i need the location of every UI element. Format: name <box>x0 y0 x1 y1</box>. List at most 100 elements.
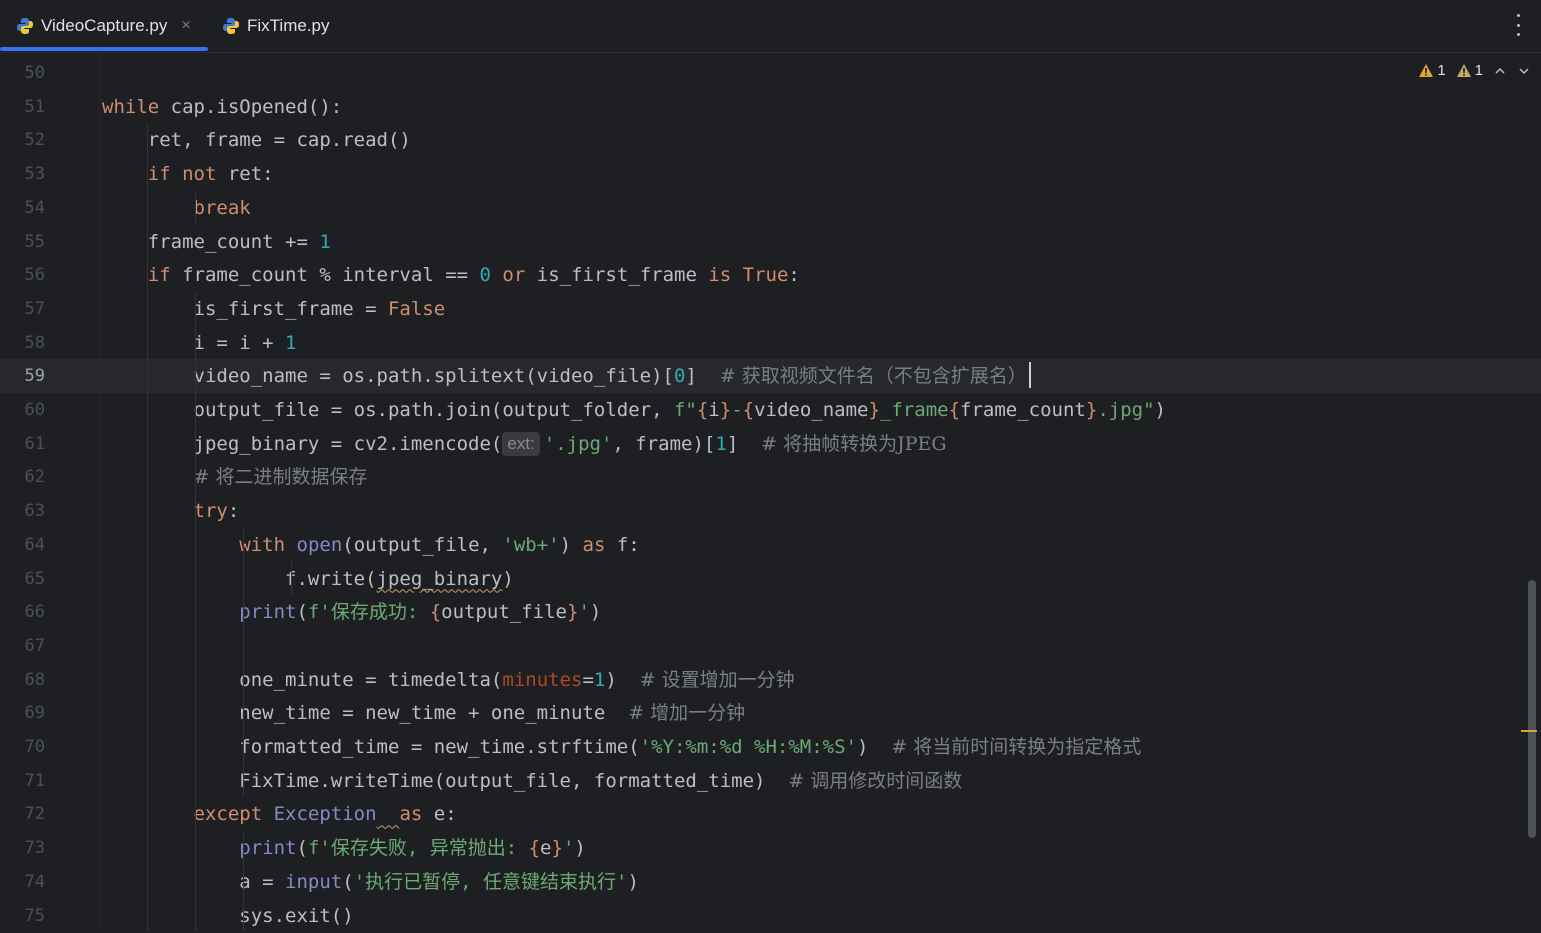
code-line[interactable]: 55 frame_count += 1 <box>0 225 1541 259</box>
line-number[interactable]: 52 <box>0 123 45 157</box>
code-line[interactable]: 58 i = i + 1 <box>0 326 1541 360</box>
code-line[interactable]: 62 # 将二进制数据保存 <box>0 460 1541 494</box>
code-text[interactable]: output_file = os.path.join(output_folder… <box>102 393 1167 427</box>
line-number[interactable]: 65 <box>0 562 45 596</box>
code-editor[interactable]: 50 51 while cap.isOpened(): 52 ret, frame =… <box>0 53 1541 933</box>
code-line[interactable]: 61 jpeg_binary = cv2.imencode(ext: '.jpg'… <box>0 427 1541 461</box>
code-line[interactable]: 63 try: <box>0 494 1541 528</box>
code-text[interactable]: frame_count += 1 <box>102 225 331 259</box>
code-line[interactable]: 73 print(f'保存失败, 异常抛出: {e}') <box>0 831 1541 865</box>
line-number[interactable]: 58 <box>0 326 45 360</box>
line-number[interactable]: 74 <box>0 865 45 899</box>
code-text[interactable]: print(f'保存失败, 异常抛出: {e}') <box>102 831 586 865</box>
code-text[interactable]: a = input('执行已暂停, 任意键结束执行') <box>102 865 639 899</box>
line-number[interactable]: 75 <box>0 899 45 933</box>
line-number[interactable]: 50 <box>0 56 45 90</box>
line-number[interactable]: 73 <box>0 831 45 865</box>
code-text[interactable]: print(f'保存成功: {output_file}') <box>102 595 601 629</box>
line-number[interactable]: 54 <box>0 191 45 225</box>
code-line[interactable]: 50 <box>0 56 1541 90</box>
code-line[interactable]: 53 if not ret: <box>0 157 1541 191</box>
code-text[interactable]: f.write(jpeg_binary) <box>102 562 514 596</box>
token-text: : <box>788 264 800 287</box>
chevron-down-icon[interactable] <box>1517 64 1531 78</box>
code-line[interactable]: 74 a = input('执行已暂停, 任意键结束执行') <box>0 865 1541 899</box>
code-text[interactable]: if frame_count % interval == 0 or is_fir… <box>102 258 800 292</box>
code-text[interactable]: new_time = new_time + one_minute # 增加一分钟 <box>102 696 745 730</box>
code-text[interactable]: i = i + 1 <box>102 326 297 360</box>
typo-highlight <box>377 803 400 825</box>
code-text[interactable]: if not ret: <box>102 157 274 191</box>
line-number[interactable]: 56 <box>0 258 45 292</box>
token-text: output_file = os.path.join(output_folder… <box>102 399 674 421</box>
chevron-up-icon[interactable] <box>1493 64 1507 78</box>
line-number[interactable]: 69 <box>0 696 45 730</box>
warning-counter[interactable]: 1 <box>1418 62 1446 79</box>
line-number[interactable]: 64 <box>0 528 45 562</box>
token-text: ) <box>1154 399 1166 421</box>
code-line[interactable]: 69 new_time = new_time + one_minute # 增加… <box>0 696 1541 730</box>
code-text[interactable]: formatted_time = new_time.strftime('%Y:%… <box>102 730 1141 764</box>
line-number[interactable]: 72 <box>0 797 45 831</box>
tab-fixtime[interactable]: FixTime.py <box>222 0 330 52</box>
token-text: FixTime.writeTime(output_file, formatted… <box>102 769 789 792</box>
code-line[interactable]: 66 print(f'保存成功: {output_file}') <box>0 595 1541 629</box>
code-line[interactable]: 65 f.write(jpeg_binary) <box>0 562 1541 596</box>
code-text[interactable]: ret, frame = cap.read() <box>102 123 411 157</box>
code-text[interactable]: video_name = os.path.splitext(video_file… <box>102 359 1031 393</box>
line-number[interactable]: 57 <box>0 292 45 326</box>
line-number[interactable]: 53 <box>0 157 45 191</box>
line-number[interactable]: 63 <box>0 494 45 528</box>
line-number[interactable]: 61 <box>0 427 45 461</box>
code-text[interactable]: break <box>102 191 251 225</box>
code-text[interactable]: sys.exit() <box>102 899 353 933</box>
code-line[interactable]: 54 break <box>0 191 1541 225</box>
code-line[interactable]: 52 ret, frame = cap.read() <box>0 123 1541 157</box>
code-text[interactable]: is_first_frame = False <box>102 292 446 326</box>
line-number[interactable]: 66 <box>0 595 45 629</box>
token-text: video_name = os.path.splitext(video_file… <box>102 365 674 388</box>
more-options-icon[interactable] <box>1513 14 1523 36</box>
code-line[interactable]: 51 while cap.isOpened(): <box>0 90 1541 124</box>
token-text: ) <box>856 736 892 758</box>
code-line[interactable]: 64 with open(output_file, 'wb+') as f: <box>0 528 1541 562</box>
line-number[interactable]: 70 <box>0 730 45 764</box>
token-kw: as <box>582 533 606 556</box>
line-number[interactable]: 51 <box>0 90 45 124</box>
tab-close-icon[interactable]: × <box>181 17 190 35</box>
code-line[interactable]: 60 output_file = os.path.join(output_fol… <box>0 393 1541 427</box>
code-line[interactable]: 56 if frame_count % interval == 0 or is_… <box>0 258 1541 292</box>
code-line[interactable]: 67 <box>0 629 1541 663</box>
code-text[interactable]: try: <box>102 494 240 528</box>
typo-highlight: jpeg_binary <box>376 567 503 590</box>
tab-videocapture[interactable]: VideoCapture.py × <box>16 0 191 52</box>
code-text[interactable]: FixTime.writeTime(output_file, formatted… <box>102 764 962 798</box>
warning-stripe-marker[interactable] <box>1521 730 1537 732</box>
code-line[interactable]: 68 one_minute = timedelta(minutes=1) # 设… <box>0 663 1541 697</box>
code-text[interactable]: # 将二进制数据保存 <box>102 460 368 494</box>
line-number[interactable]: 67 <box>0 629 45 663</box>
code-text[interactable]: jpeg_binary = cv2.imencode(ext: '.jpg', f… <box>102 427 947 461</box>
code-line[interactable]: 57 is_first_frame = False <box>0 292 1541 326</box>
code-line[interactable]: 75 sys.exit() <box>0 899 1541 933</box>
code-text[interactable]: except Exception as e: <box>102 797 457 831</box>
line-number[interactable]: 60 <box>0 393 45 427</box>
code-line[interactable]: 59 video_name = os.path.splitext(video_f… <box>0 359 1541 394</box>
line-number[interactable]: 59 <box>0 359 45 393</box>
code-line[interactable]: 71 FixTime.writeTime(output_file, format… <box>0 764 1541 798</box>
code-text[interactable]: while cap.isOpened(): <box>102 90 342 124</box>
line-number[interactable]: 55 <box>0 225 45 259</box>
token-param: minutes <box>502 668 583 691</box>
vertical-scrollbar[interactable] <box>1528 580 1536 838</box>
text-caret <box>1028 362 1031 389</box>
code-line[interactable]: 70 formatted_time = new_time.strftime('%… <box>0 730 1541 764</box>
line-number[interactable]: 68 <box>0 663 45 697</box>
weak-warning-counter[interactable]: 1 <box>1456 62 1483 79</box>
line-number[interactable]: 71 <box>0 764 45 798</box>
token-text: ) <box>574 837 586 860</box>
code-line[interactable]: 72 except Exception as e: <box>0 797 1541 831</box>
code-text[interactable]: with open(output_file, 'wb+') as f: <box>102 528 639 562</box>
code-text[interactable]: one_minute = timedelta(minutes=1) # 设置增加… <box>102 663 794 697</box>
line-number[interactable]: 62 <box>0 460 45 494</box>
